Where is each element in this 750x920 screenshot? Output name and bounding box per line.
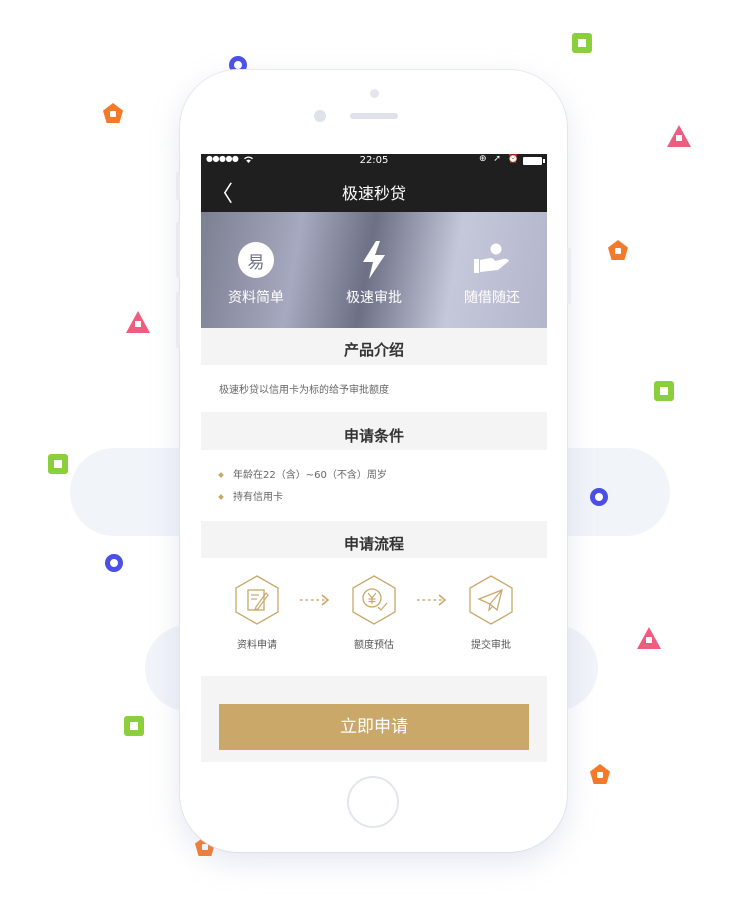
page-title: 极速秒贷 bbox=[341, 184, 406, 203]
showcase-stage: ●●●●● 22:05 ⊕ ➚ ⏰ 〈 极速秒贷 易 资料简单 极速审批 随借随… bbox=[0, 0, 750, 920]
diamond-bullet-icon bbox=[218, 472, 224, 478]
paper-plane-icon bbox=[446, 574, 536, 630]
feature-item: 随借随还 bbox=[437, 240, 547, 307]
process-step: 额度预估 bbox=[329, 574, 419, 651]
feature-label: 极速审批 bbox=[346, 290, 402, 306]
navigation-bar: 〈 极速秒贷 bbox=[201, 168, 547, 212]
home-button[interactable] bbox=[347, 776, 399, 828]
intro-heading: 产品介绍 bbox=[343, 341, 404, 359]
diamond-bullet-icon bbox=[218, 494, 224, 500]
proximity-sensor bbox=[370, 89, 379, 98]
condition-item: 年龄在22（含）~60（不含）周岁 bbox=[218, 466, 387, 481]
yi-badge-icon: 易 bbox=[238, 242, 274, 278]
apply-now-button[interactable]: 立即申请 bbox=[219, 704, 529, 750]
feature-label: 随借随还 bbox=[464, 290, 520, 306]
step-label: 资料申请 bbox=[237, 640, 277, 651]
green-square-decoration bbox=[654, 381, 674, 401]
volume-up-button bbox=[176, 222, 180, 278]
dotted-arrow-icon bbox=[416, 592, 448, 611]
orange-pentagon-decoration bbox=[590, 764, 610, 784]
step-label: 提交审批 bbox=[471, 640, 511, 651]
status-bar: ●●●●● 22:05 ⊕ ➚ ⏰ bbox=[201, 154, 547, 168]
process-heading: 申请流程 bbox=[343, 535, 404, 553]
process-step: 资料申请 bbox=[212, 574, 302, 651]
intro-section: 极速秒贷以信用卡为标的给予审批额度 bbox=[201, 365, 547, 412]
intro-text: 极速秒贷以信用卡为标的给予审批额度 bbox=[219, 385, 389, 396]
pink-triangle-decoration bbox=[667, 125, 691, 147]
edit-document-icon bbox=[212, 574, 302, 630]
orange-pentagon-decoration bbox=[608, 240, 628, 260]
mute-switch bbox=[176, 172, 180, 200]
feature-banner: 易 资料简单 极速审批 随借随还 bbox=[201, 212, 547, 328]
process-step: 提交审批 bbox=[446, 574, 536, 651]
dotted-arrow-icon bbox=[299, 592, 331, 611]
volume-down-button bbox=[176, 292, 180, 348]
condition-item: 持有信用卡 bbox=[218, 488, 283, 503]
hand-coin-icon bbox=[437, 240, 547, 280]
earpiece-speaker bbox=[350, 113, 398, 119]
process-section: 资料申请 额度预估 提交审批 bbox=[201, 558, 547, 676]
conditions-section: 年龄在22（含）~60（不含）周岁 持有信用卡 bbox=[201, 450, 547, 521]
blue-ring-decoration bbox=[590, 488, 608, 506]
yen-coin-icon bbox=[329, 574, 419, 630]
orange-pentagon-decoration bbox=[103, 103, 123, 123]
pink-triangle-decoration bbox=[126, 311, 150, 333]
app-screen: ●●●●● 22:05 ⊕ ➚ ⏰ 〈 极速秒贷 易 资料简单 极速审批 随借随… bbox=[201, 154, 547, 762]
status-indicator-icons: ⊕ ➚ ⏰ bbox=[478, 154, 521, 164]
green-square-decoration bbox=[48, 454, 68, 474]
power-button bbox=[567, 248, 571, 304]
phone-frame: ●●●●● 22:05 ⊕ ➚ ⏰ 〈 极速秒贷 易 资料简单 极速审批 随借随… bbox=[176, 70, 571, 852]
lightning-icon bbox=[319, 240, 429, 280]
conditions-heading: 申请条件 bbox=[343, 427, 404, 445]
blue-ring-decoration bbox=[105, 554, 123, 572]
step-label: 额度预估 bbox=[354, 640, 394, 651]
battery-icon bbox=[523, 157, 545, 165]
front-camera bbox=[314, 110, 326, 122]
green-square-decoration bbox=[572, 33, 592, 53]
feature-item: 极速审批 bbox=[319, 240, 429, 307]
green-square-decoration bbox=[124, 716, 144, 736]
feature-item: 易 资料简单 bbox=[201, 240, 311, 307]
feature-label: 资料简单 bbox=[228, 290, 284, 306]
pink-triangle-decoration bbox=[637, 627, 661, 649]
